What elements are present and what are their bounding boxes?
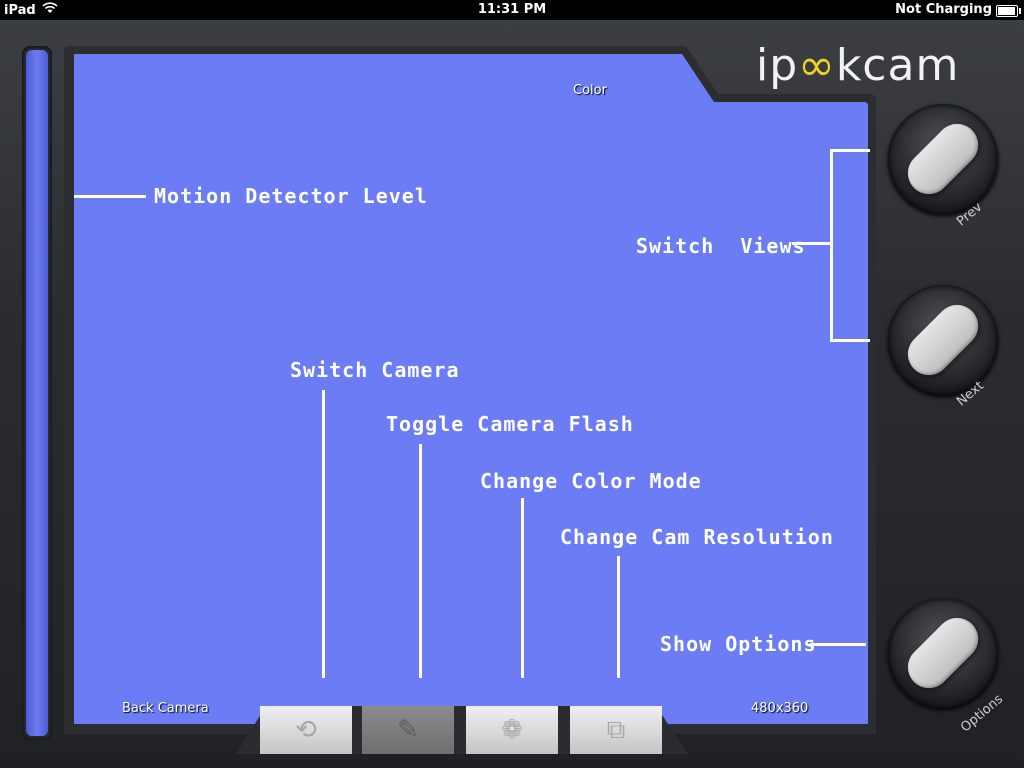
motion-level-bar bbox=[26, 50, 48, 736]
next-button[interactable] bbox=[888, 285, 998, 395]
change-color-help: Change Color Mode bbox=[480, 469, 702, 493]
switch-views-bracket-bottom bbox=[830, 339, 870, 342]
battery-icon bbox=[996, 5, 1021, 17]
switch-camera-pointer bbox=[322, 390, 325, 678]
switch-camera-help: Switch Camera bbox=[290, 358, 460, 382]
switch-views-pointer bbox=[792, 242, 832, 245]
options-button[interactable] bbox=[888, 598, 998, 708]
motion-detector-pointer bbox=[74, 195, 146, 198]
switch-camera-icon: ⟲ bbox=[295, 715, 317, 745]
resolution-label: 480x360 bbox=[751, 701, 809, 716]
show-options-help: Show Options bbox=[660, 632, 817, 656]
camera-label: Back Camera bbox=[122, 701, 209, 716]
toggle-flash-pointer bbox=[419, 444, 422, 678]
app-logo: ip∞kcam bbox=[756, 40, 960, 91]
prev-button[interactable] bbox=[888, 104, 998, 214]
switch-camera-button[interactable]: ⟲ bbox=[260, 706, 352, 754]
change-resolution-help: Change Cam Resolution bbox=[560, 525, 834, 549]
switch-views-help: Switch Views bbox=[636, 234, 806, 258]
color-mode-icon: ❁ bbox=[501, 715, 523, 745]
charging-status: Not Charging bbox=[895, 2, 992, 17]
change-resolution-pointer bbox=[617, 556, 620, 678]
motion-detector-meter bbox=[22, 46, 52, 740]
bottom-toolbar: ⟲ ✎ ❁ ⧉ bbox=[236, 706, 688, 768]
change-color-pointer bbox=[521, 498, 524, 678]
flashlight-icon: ✎ bbox=[397, 715, 419, 745]
change-color-button[interactable]: ❁ bbox=[466, 706, 558, 754]
motion-detector-help: Motion Detector Level bbox=[154, 184, 428, 208]
status-time: 11:31 PM bbox=[477, 2, 547, 17]
change-resolution-button[interactable]: ⧉ bbox=[570, 706, 662, 754]
toggle-flash-button[interactable]: ✎ bbox=[362, 706, 454, 754]
switch-views-bracket-top bbox=[830, 149, 870, 152]
color-mode-label: Color bbox=[573, 83, 607, 98]
status-bar: iPad 11:31 PM Not Charging bbox=[0, 0, 1024, 20]
show-options-pointer bbox=[810, 643, 866, 646]
toggle-flash-help: Toggle Camera Flash bbox=[386, 412, 634, 436]
switch-views-bracket bbox=[830, 149, 833, 342]
resolution-icon: ⧉ bbox=[606, 714, 626, 745]
